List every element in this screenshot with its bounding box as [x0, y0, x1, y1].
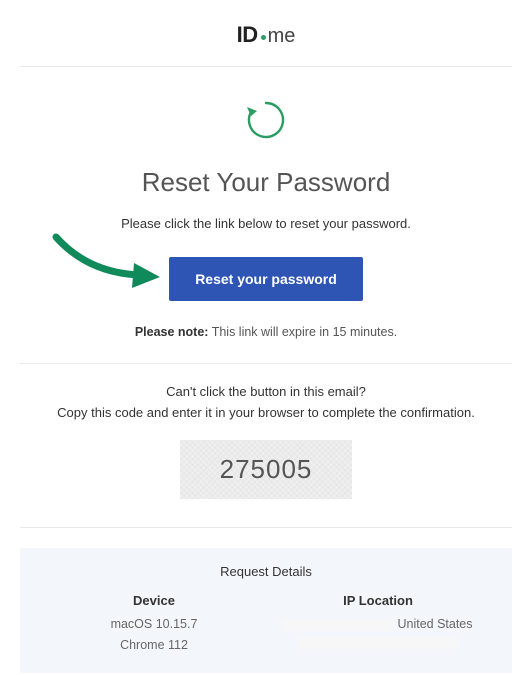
ip-location-column: IP Location United States — [266, 593, 490, 657]
ip-country: United States — [397, 617, 472, 631]
note-text: This link will expire in 15 minutes. — [208, 325, 397, 339]
fallback-section: Can't click the button in this email? Co… — [20, 364, 512, 528]
ip-location-line1: United States — [266, 614, 490, 635]
expiry-note: Please note: This link will expire in 15… — [30, 325, 502, 339]
confirmation-code-box: 275005 — [180, 440, 353, 499]
ip-location-line2 — [266, 635, 490, 656]
device-header: Device — [42, 593, 266, 608]
redacted-block — [298, 637, 458, 649]
main-section: Reset Your Password Please click the lin… — [20, 67, 512, 364]
fallback-line1: Can't click the button in this email? — [30, 384, 502, 399]
note-label: Please note: — [135, 325, 209, 339]
device-browser: Chrome 112 — [42, 635, 266, 656]
device-column: Device macOS 10.15.7 Chrome 112 — [42, 593, 266, 657]
logo: ID me — [237, 22, 296, 48]
logo-dot-icon — [261, 35, 266, 40]
fallback-line2: Copy this code and enter it in your brow… — [30, 405, 502, 420]
reset-password-button[interactable]: Reset your password — [169, 257, 363, 301]
pointer-arrow-icon — [48, 233, 168, 303]
request-details-title: Request Details — [42, 564, 490, 579]
page-title: Reset Your Password — [30, 167, 502, 198]
ip-location-header: IP Location — [266, 593, 490, 608]
logo-id-text: ID — [237, 22, 258, 48]
logo-me-text: me — [268, 25, 296, 48]
email-header: ID me — [20, 0, 512, 67]
page-subtitle: Please click the link below to reset you… — [30, 216, 502, 231]
request-details-panel: Request Details Device macOS 10.15.7 Chr… — [20, 548, 512, 673]
confirmation-code: 275005 — [220, 454, 313, 484]
refresh-icon — [243, 97, 289, 143]
redacted-block — [283, 619, 393, 631]
device-os: macOS 10.15.7 — [42, 614, 266, 635]
